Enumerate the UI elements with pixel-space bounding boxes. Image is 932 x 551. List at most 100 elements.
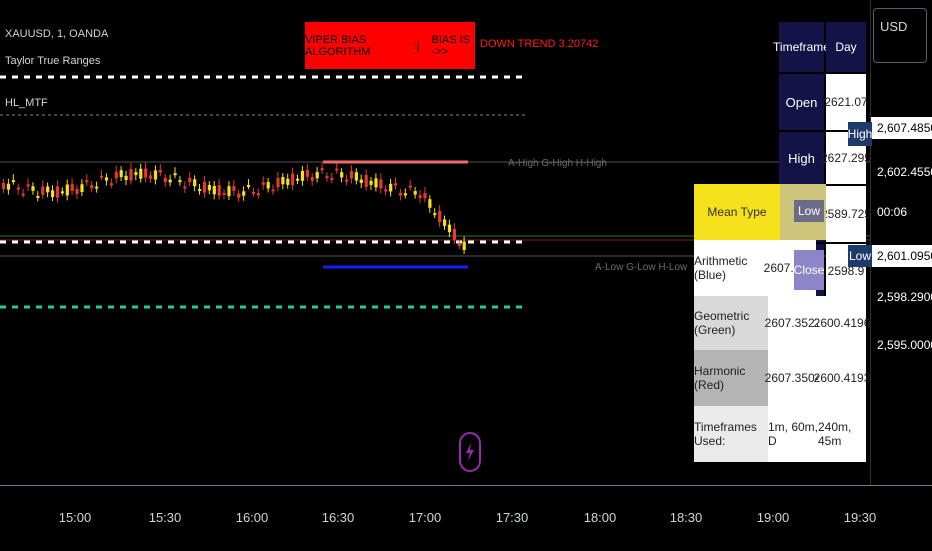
time-label: 15:00 <box>58 510 92 525</box>
time-label: 18:00 <box>583 510 617 525</box>
candle-body <box>433 213 437 216</box>
candle-body <box>202 181 207 193</box>
candle-body <box>70 184 74 191</box>
price-label-1: 2,602.455000 <box>877 165 932 179</box>
candle-body <box>95 186 99 189</box>
candle-body <box>447 224 452 233</box>
time-label: 19:30 <box>843 510 877 525</box>
high-price-tag: 2,607.485000 <box>871 117 932 139</box>
low-price-tag: 2,601.095000 <box>871 245 932 267</box>
candle-body <box>428 199 432 208</box>
candle-body <box>36 195 40 198</box>
candle-body <box>41 186 45 195</box>
time-label: 17:00 <box>408 510 442 525</box>
lightning-icon[interactable] <box>459 432 481 472</box>
candle-body <box>163 177 167 183</box>
time-label: 19:00 <box>756 510 790 525</box>
candle-body <box>227 186 231 197</box>
candle-body <box>418 195 422 198</box>
price-label-3: 2,595.000000 <box>877 338 932 352</box>
candle-body <box>462 241 466 250</box>
candle-body <box>55 186 60 198</box>
candle-body <box>242 191 246 196</box>
candle-body <box>114 171 118 179</box>
time-label: 16:00 <box>235 510 269 525</box>
low-levels-label: A-Low G-Low H-Low <box>595 262 688 273</box>
candle-body <box>384 189 388 192</box>
mean-value-geometric-a: 2607.3527 <box>765 296 821 350</box>
candle-body <box>379 179 383 189</box>
candle-body <box>457 243 461 246</box>
candle-body <box>16 187 20 190</box>
candle-body <box>119 170 123 177</box>
countdown-label: 00:06 <box>877 205 908 219</box>
candle-body <box>364 174 368 187</box>
candle-body <box>359 179 363 184</box>
time-label: 18:30 <box>669 510 703 525</box>
candle-body <box>26 184 30 187</box>
candle-body <box>90 184 94 189</box>
candle-body <box>281 177 285 185</box>
candle-body <box>452 229 456 240</box>
high-tag: High <box>848 122 872 146</box>
mean-value-timeframes-b: 240m, 45m <box>818 406 866 462</box>
mean-value-harmonic-b: 2600.4193 <box>814 350 870 406</box>
candle-body <box>340 172 344 178</box>
price-axis[interactable]: 2,607.485000 2,602.455000 00:06 2,601.09… <box>870 0 932 485</box>
candle-body <box>207 184 211 191</box>
indicator-taylor-true-ranges[interactable]: Taylor True Ranges <box>5 55 100 67</box>
candle-body <box>247 185 251 188</box>
candle-body <box>134 172 138 176</box>
candle-body <box>217 185 221 196</box>
candle-body <box>6 183 11 190</box>
candle-body <box>256 193 260 196</box>
candle-body <box>345 179 349 182</box>
candle-body <box>144 168 148 178</box>
overlay-low-label: Low <box>794 200 824 222</box>
candle-body <box>349 171 354 179</box>
candle-body <box>232 186 236 191</box>
mean-label-geometric: Geometric (Green) <box>694 296 768 350</box>
candle-body <box>266 182 270 189</box>
candle-body <box>403 193 407 196</box>
high-price-value: 2,607.485000 <box>877 121 932 135</box>
candle-body <box>178 180 182 183</box>
indicator-hl-mtf[interactable]: HL_MTF <box>5 97 48 109</box>
bias-is-label: BIAS IS ->> <box>431 33 471 58</box>
low-tag: Low <box>848 245 872 267</box>
tf-header-timeframe: Timeframe <box>773 22 830 72</box>
time-axis[interactable] <box>0 485 932 551</box>
tf-header-day: Day <box>826 22 866 72</box>
currency-button[interactable]: USD <box>873 8 927 63</box>
candle-body <box>109 183 113 186</box>
candle-body <box>168 179 172 183</box>
candle-body <box>251 191 256 194</box>
candle-body <box>198 189 202 192</box>
candle-body <box>261 182 265 185</box>
candle-body <box>212 185 216 195</box>
candle-body <box>325 176 329 179</box>
price-label-2: 2,598.290000 <box>877 290 932 304</box>
symbol-title[interactable]: XAUUSD, 1, OANDA <box>5 28 108 40</box>
candle-body <box>11 180 15 183</box>
mean-label-arithmetic: Arithmetic (Blue) <box>694 240 768 296</box>
candle-body <box>65 184 69 196</box>
mean-value-geometric-b: 2600.4196 <box>814 296 870 350</box>
candle-body <box>21 193 25 196</box>
candle-body <box>305 169 309 177</box>
candle-body <box>124 175 128 181</box>
candle-body <box>413 191 417 195</box>
candle-body <box>310 177 314 181</box>
candle-body <box>46 186 50 193</box>
candle-body <box>173 173 177 176</box>
candle-body <box>149 175 153 179</box>
mean-value-harmonic-a: 2607.3504 <box>765 350 821 406</box>
bias-trend-value: DOWN TREND 3.20742 <box>480 38 599 50</box>
candle-body <box>296 178 300 181</box>
candle-body <box>222 192 226 195</box>
candle-body <box>104 177 109 181</box>
tf-label-open: Open <box>779 74 824 130</box>
candle-body <box>188 177 192 183</box>
candle-body <box>271 189 275 192</box>
bias-algorithm-label: VIPER BIAS ALGORITHM <box>305 33 371 58</box>
